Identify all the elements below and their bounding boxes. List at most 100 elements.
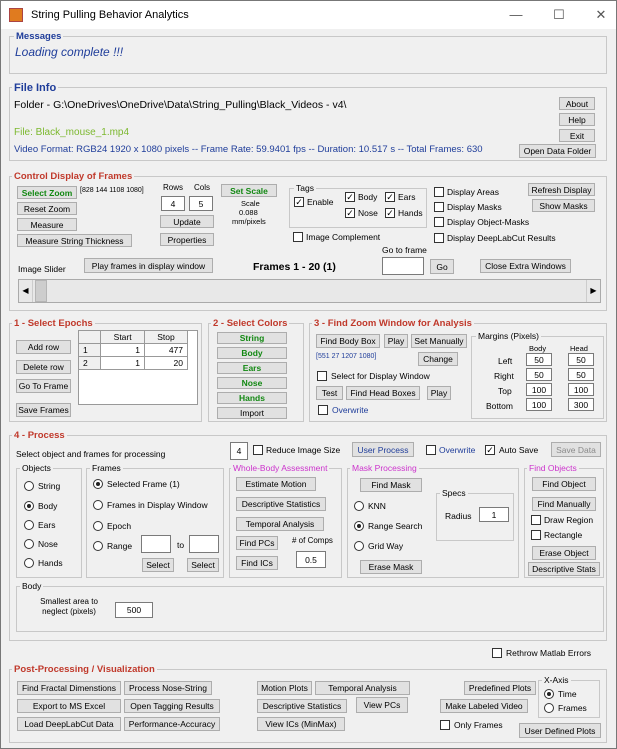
close-window-button[interactable]: ✕: [586, 5, 616, 25]
motion-plots-button[interactable]: Motion Plots: [257, 681, 312, 695]
temporal-analysis-button[interactable]: Temporal Analysis: [236, 517, 324, 531]
object-hands-radio[interactable]: [24, 558, 34, 568]
minimize-button[interactable]: —: [501, 5, 531, 25]
save-data-button[interactable]: Save Data: [551, 442, 601, 457]
comps-input[interactable]: 0.5: [296, 551, 326, 568]
frames-range-radio[interactable]: [93, 541, 103, 551]
range-end-input[interactable]: [189, 535, 219, 553]
knn-radio[interactable]: [354, 501, 364, 511]
properties-button[interactable]: Properties: [160, 233, 214, 246]
table-cell[interactable]: 1: [100, 356, 145, 370]
set-scale-button[interactable]: Set Scale: [221, 184, 277, 197]
color-string-button[interactable]: String: [217, 332, 287, 344]
measure-string-thickness-button[interactable]: Measure String Thickness: [17, 234, 132, 247]
image-complement-checkbox[interactable]: [293, 232, 303, 242]
select-zoom-button[interactable]: Select Zoom: [17, 186, 77, 199]
slider-thumb[interactable]: [35, 280, 47, 302]
nose-tag-checkbox[interactable]: ✓: [345, 208, 355, 218]
frames-display-radio[interactable]: [93, 500, 103, 510]
user-defined-plots-button[interactable]: User Defined Plots: [519, 723, 601, 738]
frames-epoch-radio[interactable]: [93, 521, 103, 531]
table-cell[interactable]: 477: [144, 343, 188, 357]
range-start-select-button[interactable]: Select: [142, 558, 174, 572]
rectangle-checkbox[interactable]: [531, 530, 541, 540]
test-button[interactable]: Test: [316, 386, 343, 400]
enable-checkbox[interactable]: ✓: [294, 197, 304, 207]
margin-left-head-input[interactable]: 50: [568, 353, 594, 366]
maximize-button[interactable]: ☐: [544, 5, 574, 25]
range-start-input[interactable]: [141, 535, 171, 553]
play-head-boxes-button[interactable]: Play: [427, 386, 451, 400]
predefined-plots-button[interactable]: Predefined Plots: [464, 681, 536, 695]
margin-bottom-head-input[interactable]: 300: [568, 398, 594, 411]
close-extra-windows-button[interactable]: Close Extra Windows: [480, 259, 571, 273]
play-body-box-button[interactable]: Play: [384, 334, 408, 348]
x-axis-frames-radio[interactable]: [544, 703, 554, 713]
import-button[interactable]: Import: [217, 407, 287, 419]
play-frames-button[interactable]: Play frames in display window: [84, 258, 213, 273]
margin-bottom-body-input[interactable]: 100: [526, 398, 552, 411]
descriptive-statistics-button[interactable]: Descriptive Statistics: [236, 497, 326, 511]
exit-button[interactable]: Exit: [559, 129, 595, 142]
make-labeled-video-button[interactable]: Make Labeled Video: [440, 699, 528, 713]
object-ears-radio[interactable]: [24, 520, 34, 530]
display-dlc-checkbox[interactable]: [434, 233, 444, 243]
table-row[interactable]: 2 1 20: [77, 356, 188, 370]
range-search-radio[interactable]: [354, 521, 364, 531]
reduce-image-size-checkbox[interactable]: [253, 445, 263, 455]
rethrow-errors-checkbox[interactable]: [492, 648, 502, 658]
display-object-masks-checkbox[interactable]: [434, 217, 444, 227]
color-ears-button[interactable]: Ears: [217, 362, 287, 374]
find-object-button[interactable]: Find Object: [532, 477, 596, 491]
add-row-button[interactable]: Add row: [16, 340, 71, 354]
body-tag-checkbox[interactable]: ✓: [345, 192, 355, 202]
help-button[interactable]: Help: [559, 113, 595, 126]
go-button[interactable]: Go: [430, 259, 454, 274]
overwrite-zoom-checkbox[interactable]: [318, 405, 328, 415]
auto-save-checkbox[interactable]: ✓: [485, 445, 495, 455]
rows-input[interactable]: 4: [161, 196, 185, 211]
export-excel-button[interactable]: Export to MS Excel: [17, 699, 121, 713]
delete-row-button[interactable]: Delete row: [16, 360, 71, 374]
process-nose-string-button[interactable]: Process Nose-String: [124, 681, 212, 695]
save-frames-button[interactable]: Save Frames: [16, 403, 71, 417]
descriptive-stats-objects-button[interactable]: Descriptive Stats: [528, 562, 600, 576]
object-nose-radio[interactable]: [24, 539, 34, 549]
color-body-button[interactable]: Body: [217, 347, 287, 359]
table-cell[interactable]: 1: [100, 343, 145, 357]
only-frames-checkbox[interactable]: [440, 720, 450, 730]
overwrite-process-checkbox[interactable]: [426, 445, 436, 455]
about-button[interactable]: About: [559, 97, 595, 110]
view-ics-button[interactable]: View ICs (MinMax): [257, 717, 345, 731]
margin-right-body-input[interactable]: 50: [526, 368, 552, 381]
estimate-motion-button[interactable]: Estimate Motion: [236, 477, 316, 491]
temporal-analysis-post-button[interactable]: Temporal Analysis: [315, 681, 410, 695]
cols-input[interactable]: 5: [189, 196, 213, 211]
find-pcs-button[interactable]: Find PCs: [236, 536, 278, 550]
margin-top-head-input[interactable]: 100: [568, 383, 594, 396]
erase-object-button[interactable]: Erase Object: [532, 546, 596, 560]
object-string-radio[interactable]: [24, 481, 34, 491]
x-axis-time-radio[interactable]: [544, 689, 554, 699]
table-row[interactable]: 1 1 477: [77, 343, 188, 357]
hands-tag-checkbox[interactable]: ✓: [385, 208, 395, 218]
slider-left-arrow-icon[interactable]: ◀: [19, 280, 33, 302]
go-to-frame-epoch-button[interactable]: Go To Frame: [16, 379, 71, 393]
select-display-window-checkbox[interactable]: [317, 371, 327, 381]
smallest-area-input[interactable]: 500: [115, 602, 153, 618]
range-end-select-button[interactable]: Select: [187, 558, 219, 572]
set-manually-button[interactable]: Set Manually: [411, 334, 467, 348]
view-pcs-button[interactable]: View PCs: [356, 697, 408, 713]
change-button[interactable]: Change: [418, 352, 458, 366]
user-process-button[interactable]: User Process: [352, 442, 414, 457]
grid-way-radio[interactable]: [354, 541, 364, 551]
color-nose-button[interactable]: Nose: [217, 377, 287, 389]
reduce-size-input[interactable]: 4: [230, 442, 248, 460]
display-masks-checkbox[interactable]: [434, 202, 444, 212]
margin-right-head-input[interactable]: 50: [568, 368, 594, 381]
find-body-box-button[interactable]: Find Body Box: [316, 334, 380, 348]
go-to-frame-input[interactable]: [382, 257, 424, 275]
ears-tag-checkbox[interactable]: ✓: [385, 192, 395, 202]
descriptive-statistics-post-button[interactable]: Descriptive Statistics: [257, 699, 347, 713]
find-head-boxes-button[interactable]: Find Head Boxes: [346, 386, 420, 400]
